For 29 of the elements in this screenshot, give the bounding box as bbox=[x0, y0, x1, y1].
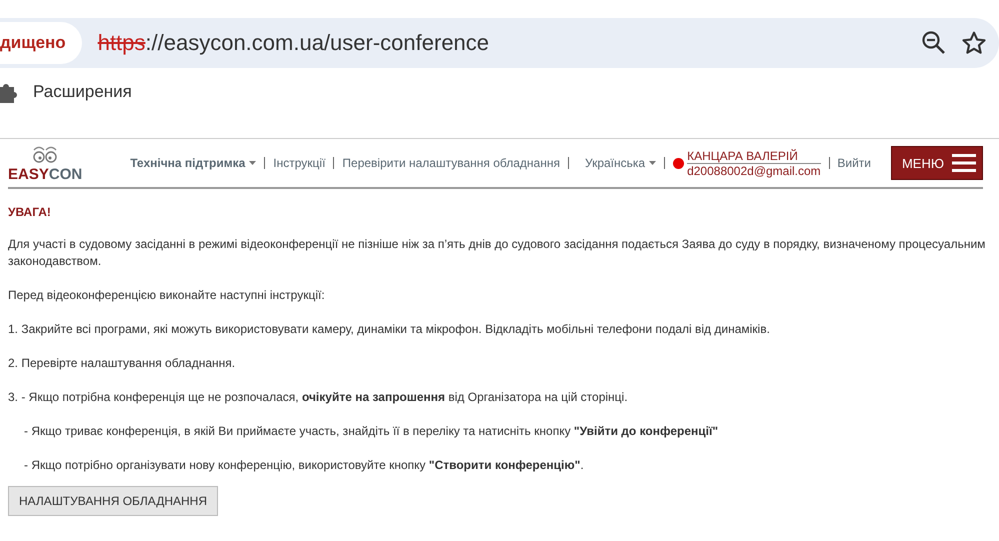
instruction-text: 2. Перевірте налаштування обладнання. bbox=[8, 355, 236, 372]
nav-link[interactable]: Перевірити налаштування обладнання bbox=[342, 156, 560, 170]
menu-icon bbox=[952, 153, 976, 173]
logout-link[interactable]: Вийти bbox=[837, 156, 871, 170]
instruction-text: 1. Закрийте всі програми, які можуть використовувати камеру, динаміки та мікрофон. Відкладіть мобільні телефони подалі від динаміків. bbox=[8, 321, 771, 338]
instruction-text: Для участі в судовому засіданні в режимі відеоконференції не пізніше ніж за п’ять днів до судового засідання подається Заява до суду в порядку, визначеному процесуальним законодавством. bbox=[8, 236, 986, 270]
dropdown-link[interactable]: Українська bbox=[584, 156, 656, 170]
puzzle-icon[interactable] bbox=[0, 81, 20, 103]
logo-text: EASYCON bbox=[8, 166, 82, 182]
zoom-out-icon[interactable] bbox=[921, 30, 947, 56]
instruction-text: - Якщо триває конференція, в якій Ви приймаєте участь, знайдіть її в переліку та натисніть кнопку "Увійти до конференції" bbox=[23, 423, 720, 440]
nav-link[interactable]: Інструкції bbox=[273, 156, 326, 170]
user-email[interactable]: d20088002d@gmail.com bbox=[687, 164, 821, 178]
extensions-label[interactable]: Расширения bbox=[33, 82, 132, 102]
caret-icon bbox=[649, 161, 656, 165]
dropdown-link[interactable]: Технічна підтримка bbox=[130, 156, 256, 170]
logo[interactable]: EASYCON bbox=[8, 144, 82, 182]
user-name[interactable]: КАНЦАРА ВАЛЕРІЙ bbox=[687, 148, 821, 164]
instruction-text: 3. - Якщо потрібна конференція ще не розпочалася, очікуйте на запрошення від Організатора на цій сторінці. bbox=[8, 389, 629, 406]
star-icon[interactable] bbox=[961, 30, 987, 56]
url-text: https://easycon.com.ua/user-conference bbox=[98, 30, 490, 56]
instruction-text: Перед відеоконференцією виконайте наступні інструкції: bbox=[8, 287, 326, 304]
warning-heading: УВАГА! bbox=[8, 205, 52, 219]
menu-button[interactable]: МЕНЮ bbox=[890, 146, 983, 180]
instruction-text: - Якщо потрібно організувати нову конференцію, використовуйте кнопку "Створити конференцію". bbox=[23, 457, 585, 474]
caret-icon bbox=[249, 161, 256, 165]
security-badge[interactable]: дищено bbox=[0, 22, 82, 64]
settings-button[interactable]: НАЛАШТУВАННЯ ОБЛАДНАННЯ bbox=[8, 486, 218, 516]
address-bar[interactable]: дищено https://easycon.com.ua/user-conference bbox=[0, 18, 999, 68]
